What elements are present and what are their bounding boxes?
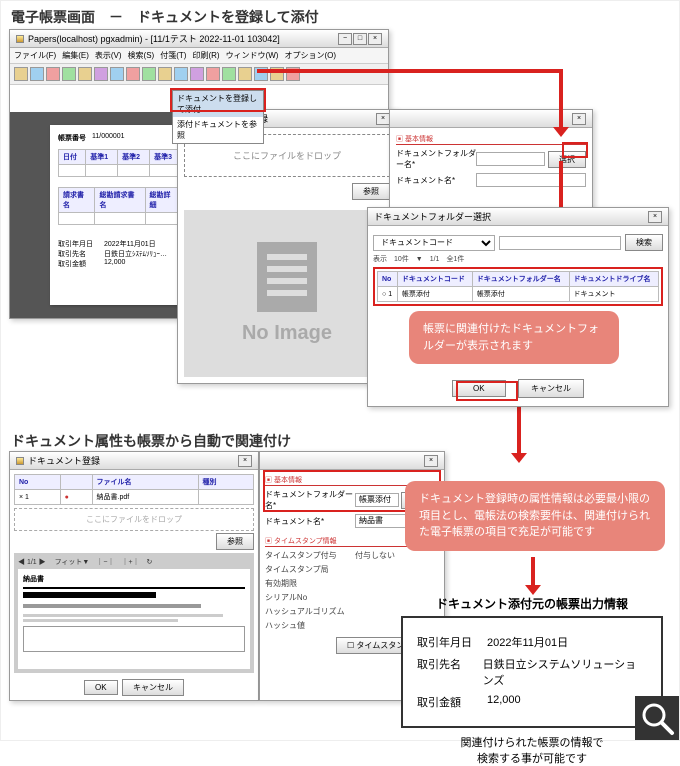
folder-input[interactable]	[476, 152, 545, 166]
window-controls[interactable]: −□×	[337, 32, 382, 45]
callout-attrs: ドキュメント登録時の属性情報は必要最小限の項目とし、電帳法の検索要件は、関連付け…	[405, 481, 665, 551]
browse-button[interactable]: 参照	[352, 183, 390, 200]
document-placeholder-icon	[257, 242, 317, 312]
search-button[interactable]: 検索	[625, 234, 663, 251]
cancel-button2[interactable]: キャンセル	[122, 679, 184, 696]
no-image-area: No Image	[184, 210, 390, 377]
cancel-button[interactable]: キャンセル	[518, 379, 584, 398]
search-input[interactable]	[499, 236, 621, 250]
browse-button2[interactable]: 参照	[216, 533, 254, 550]
context-menu-highlight	[170, 88, 266, 112]
code-combo[interactable]: ドキュメントコード	[373, 235, 495, 251]
doc-register-window-1: ドキュメント登録× ここにファイルをドロップ 参照 No Image	[177, 109, 397, 384]
ctx-view-attach[interactable]: 添付ドキュメントを参照	[173, 117, 263, 143]
preview-area: ◀ 1/1 ▶ フィット▼ ｜−｜ ｜+｜ ↻ 納品書	[14, 553, 254, 673]
doc-register-window-2: ドキュメント登録× Noファイル名種別 × 1●納品書.pdf ここにファイルを…	[9, 451, 259, 701]
win1-menubar[interactable]: ファイル(F)編集(E)表示(V)検索(S)付箋(T)印刷(R)ウィンドウ(W)…	[10, 48, 388, 64]
docname-input[interactable]	[476, 173, 586, 187]
win1-title: Papers(localhost) pgxadmin) - [11/1テスト 2…	[28, 32, 337, 45]
select-btn-highlight	[562, 142, 588, 158]
result-table-highlight: Noドキュメントコードドキュメントフォルダー名ドキュメントドライブ名 ○ 1帳票…	[373, 267, 663, 306]
file-table[interactable]: Noファイル名種別 × 1●納品書.pdf	[14, 474, 254, 505]
output-info-box: 取引年月日2022年11月01日 取引先名日鉄日立システムソリューションズ 取引…	[401, 616, 663, 728]
app-icon	[16, 35, 24, 43]
magnify-icon[interactable]	[635, 696, 679, 740]
callout-folder: 帳票に関連付けたドキュメントフォルダーが表示されます	[409, 311, 619, 364]
output-title: ドキュメント添付元の帳票出力情報	[401, 595, 663, 612]
ok-button2[interactable]: OK	[84, 680, 118, 695]
win1-titlebar: Papers(localhost) pgxadmin) - [11/1テスト 2…	[10, 30, 388, 48]
win1-toolbar[interactable]	[10, 64, 388, 85]
dropzone2[interactable]: ここにファイルをドロップ	[14, 508, 254, 531]
ok-highlight	[456, 381, 518, 401]
report-paper: 帳票番号11/000001 日付基準1基準2基準3 請求書名総勘請求書名総勘詳細…	[50, 125, 190, 305]
folder-select-dialog: ドキュメントフォルダー選択× ドキュメントコード 検索 表示 10件 ▼ 1/1…	[367, 207, 669, 407]
folder-result-table[interactable]: Noドキュメントコードドキュメントフォルダー名ドキュメントドライブ名 ○ 1帳票…	[377, 271, 659, 302]
output-note: 関連付けられた帳票の情報で 検索する事が可能です	[401, 734, 663, 766]
